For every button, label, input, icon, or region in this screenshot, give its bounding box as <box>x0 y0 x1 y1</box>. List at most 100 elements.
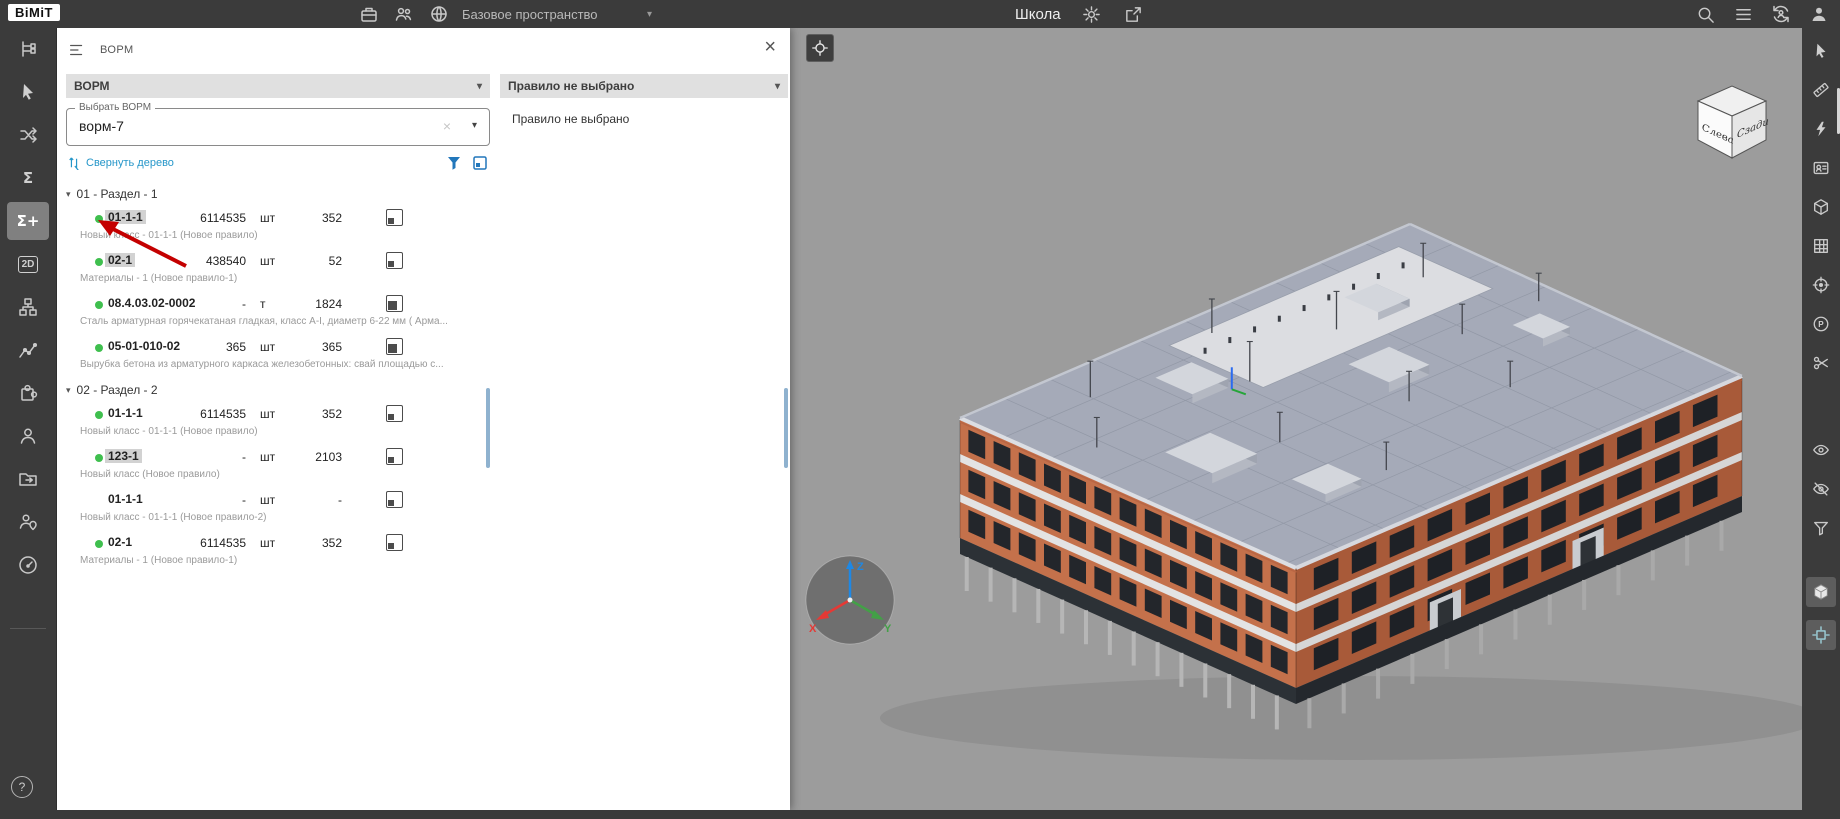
section-label: 01 - Раздел - 1 <box>76 187 158 201</box>
tree-section[interactable]: ▾ 01 - Раздел - 1 <box>66 182 490 206</box>
close-icon[interactable]: × <box>764 37 776 57</box>
view-cube[interactable]: Слева Сзади <box>1684 76 1776 164</box>
chevron-down-icon[interactable]: ▾ <box>472 120 477 131</box>
vorm-tree: ▾ 01 - Раздел - 1 01-1-1 6114535 шт 352 Новый … <box>66 182 490 574</box>
axon-cube-icon[interactable] <box>1806 192 1836 222</box>
solid-cube-tool-icon[interactable] <box>1806 577 1836 607</box>
vorm-select[interactable]: Выбрать ВОРМ ворм-7 × ▾ <box>66 102 490 146</box>
section-cut-scissors-icon[interactable] <box>1806 348 1836 378</box>
item-checkbox-icon[interactable] <box>386 252 403 269</box>
tree-item[interactable]: 01-1-1- шт - Новый класс - 01-1-1 (Новое пр… <box>66 488 490 531</box>
menu-list-icon[interactable] <box>1732 3 1754 25</box>
user-icon[interactable] <box>1808 3 1830 25</box>
hide-eye-off-icon[interactable] <box>1806 474 1836 504</box>
share-icon[interactable] <box>1123 3 1145 25</box>
item-code[interactable]: 01-1-1 <box>108 406 143 420</box>
analytics-chart-icon[interactable] <box>7 331 49 369</box>
measure-ruler-icon[interactable] <box>1806 75 1836 105</box>
user-profile-icon[interactable] <box>7 417 49 455</box>
section-collapse-icon[interactable]: ▾ <box>66 385 71 396</box>
user-location-icon[interactable] <box>7 503 49 541</box>
model-structure-icon[interactable] <box>7 30 49 68</box>
help-icon[interactable]: ? <box>11 776 33 798</box>
rule-column-header[interactable]: Правило не выбрано ▾ <box>500 74 788 98</box>
sync-user-icon[interactable] <box>1770 3 1792 25</box>
pointer-icon[interactable] <box>1806 36 1836 66</box>
dashboard-gauge-icon[interactable] <box>7 546 49 584</box>
item-quantity: 438540 <box>205 254 246 268</box>
item-checkbox-icon[interactable] <box>386 295 403 312</box>
relations-shuffle-icon[interactable] <box>7 116 49 154</box>
item-unit: шт <box>260 450 276 464</box>
vorm-column-header[interactable]: ВОРМ ▾ <box>66 74 490 98</box>
select-element-icon[interactable] <box>7 73 49 111</box>
workspace-selector[interactable]: Базовое пространство ▾ <box>462 0 652 28</box>
panel-menu-icon[interactable] <box>68 41 86 64</box>
tree-item[interactable]: 01-1-1 6114535 шт 352 Новый класс - 01-1-1 (… <box>66 206 490 249</box>
sum-sigma-icon[interactable]: Σ <box>7 159 49 197</box>
grid-table-icon[interactable] <box>1806 231 1836 261</box>
item-checkbox-icon[interactable] <box>386 338 403 355</box>
2d-view-icon[interactable]: 2D <box>7 245 49 283</box>
clear-icon[interactable]: × <box>443 118 451 134</box>
chevron-down-icon: ▾ <box>646 8 652 20</box>
building-model[interactable] <box>880 222 1802 760</box>
vorm-header-label: ВОРМ <box>74 79 110 93</box>
team-icon[interactable] <box>393 3 415 25</box>
tree-section[interactable]: ▾ 02 - Раздел - 2 <box>66 378 490 402</box>
filter-icon[interactable] <box>446 155 462 171</box>
item-code[interactable]: 123-1 <box>105 449 142 463</box>
visibility-eye-icon[interactable] <box>1806 435 1836 465</box>
gear-icon[interactable] <box>1081 3 1103 25</box>
item-checkbox-icon[interactable] <box>386 491 403 508</box>
export-folder-icon[interactable] <box>7 460 49 498</box>
item-quantity: - <box>242 493 246 507</box>
profile-card-icon[interactable] <box>1806 153 1836 183</box>
tree-item[interactable]: 01-1-1 6114535 шт 352 Новый класс - 01-1-1 (… <box>66 402 490 445</box>
search-icon[interactable] <box>1694 3 1716 25</box>
viewport-3d[interactable]: Слева Сзади Z X Y <box>790 28 1802 810</box>
bimit-logo[interactable]: BiMiT <box>8 4 60 21</box>
item-unit: шт <box>260 254 276 268</box>
tree-item[interactable]: 02-1 6114535 шт 352 Материалы - 1 (Новое пра… <box>66 531 490 574</box>
scrollbar-thumb[interactable] <box>486 388 490 468</box>
item-checkbox-icon[interactable] <box>386 534 403 551</box>
item-unit: шт <box>260 211 276 225</box>
section-box-icon[interactable] <box>1806 620 1836 650</box>
rule-header-label: Правило не выбрано <box>508 79 635 93</box>
axis-y-label: Y <box>884 623 892 635</box>
vorm-column: ВОРМ ▾ Выбрать ВОРМ ворм-7 × ▾ Свернуть … <box>66 74 490 800</box>
fit-view-button[interactable] <box>806 34 834 62</box>
section-collapse-icon[interactable]: ▾ <box>66 189 71 200</box>
item-code[interactable]: 01-1-1 <box>108 492 143 506</box>
item-checkbox-icon[interactable] <box>386 209 403 226</box>
item-description: Новый класс - 01-1-1 (Новое правило-2) <box>80 512 267 523</box>
globe-icon[interactable] <box>428 3 450 25</box>
collapse-tree-button[interactable]: Свернуть дерево <box>68 156 174 170</box>
plan-p-icon[interactable]: P <box>1806 309 1836 339</box>
tree-item[interactable]: 05-01-010-02 365 шт 365 Вырубка бетона из ар… <box>66 335 490 378</box>
item-code[interactable]: 02-1 <box>108 535 132 549</box>
item-code[interactable]: 01-1-1 <box>105 210 146 224</box>
item-count: 352 <box>321 536 342 550</box>
filter-funnel-icon[interactable] <box>1806 513 1836 543</box>
tree-item[interactable]: 123-1 - шт 2103 Новый класс (Новое правило) <box>66 445 490 488</box>
scrollbar-thumb[interactable] <box>784 388 788 468</box>
sum-plus-sigma-icon[interactable]: Σ+ <box>7 202 49 240</box>
item-checkbox-icon[interactable] <box>386 405 403 422</box>
focus-target-icon[interactable] <box>1806 270 1836 300</box>
status-dot <box>95 344 103 352</box>
orientation-gizmo[interactable]: Z X Y <box>802 552 898 648</box>
item-code[interactable]: 02-1 <box>105 253 136 267</box>
model-3d-scene[interactable] <box>790 28 1802 810</box>
clash-lightning-icon[interactable] <box>1806 114 1836 144</box>
tree-item[interactable]: 08.4.03.02-0002- т 1824 Сталь арматурная го… <box>66 292 490 335</box>
workspace-case-icon[interactable] <box>358 3 380 25</box>
select-region-icon[interactable] <box>472 155 488 171</box>
item-checkbox-icon[interactable] <box>386 448 403 465</box>
tree-item[interactable]: 02-1 438540 шт 52 Материалы - 1 (Новое прави… <box>66 249 490 292</box>
hierarchy-icon[interactable] <box>7 288 49 326</box>
item-quantity: - <box>242 450 246 464</box>
plugins-puzzle-icon[interactable] <box>7 374 49 412</box>
item-unit: шт <box>260 340 276 354</box>
